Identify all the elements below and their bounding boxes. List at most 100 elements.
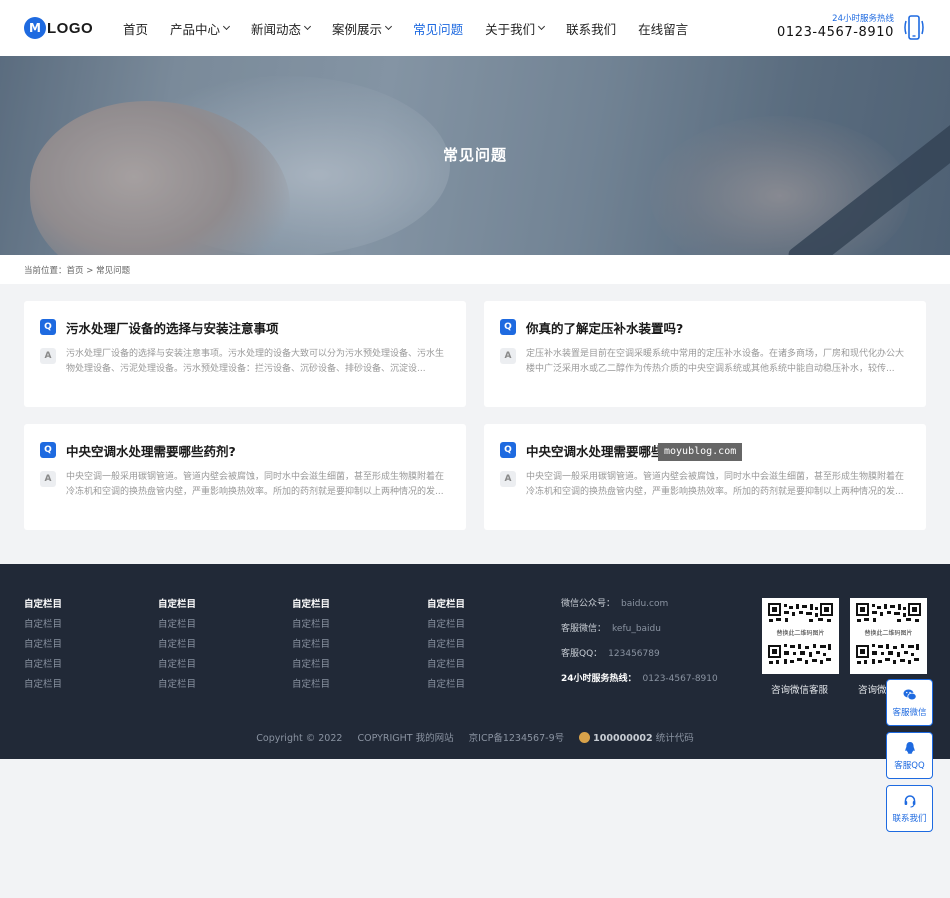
contact-key: 客服QQ： (561, 649, 603, 659)
footer-link[interactable]: 自定栏目 (24, 679, 62, 691)
icp-link[interactable]: 京ICP备1234567-9号 (469, 733, 564, 744)
faq-answer: 定压补水装置是目前在空调采暖系统中常用的定压补水设备。在诸多商场，厂房和现代化办… (526, 349, 905, 374)
breadcrumb-current[interactable]: 常见问题 (96, 266, 130, 276)
nav-label: 常见问题 (413, 21, 464, 37)
faq-answer: 中央空调一般采用碳钢管道。管道内壁会被腐蚀，同时水中会滋生细菌，甚至形成生物膜附… (526, 472, 905, 497)
footer-link[interactable]: 自定栏目 (24, 619, 62, 631)
footer-link[interactable]: 自定栏目 (427, 679, 465, 691)
nav-item-products[interactable]: 产品中心 (170, 19, 231, 38)
footer-link[interactable]: 自定栏目 (24, 639, 62, 651)
float-contact-button[interactable]: 联系我们 (886, 785, 933, 832)
contact-wechat-official: 微信公众号： baidu.com (561, 598, 718, 610)
nav-item-about[interactable]: 关于我们 (485, 19, 546, 38)
page-banner: 常见问题 (0, 56, 950, 255)
float-qq-button[interactable]: 客服QQ (886, 732, 933, 779)
float-wechat-button[interactable]: 客服微信 (886, 679, 933, 726)
footer-column-title[interactable]: 自定栏目 (292, 599, 330, 611)
answer-badge: A (40, 471, 56, 487)
breadcrumb-home-link[interactable]: 首页 (67, 266, 84, 276)
footer-link[interactable]: 自定栏目 (158, 679, 196, 691)
footer-column: 自定栏目 自定栏目 自定栏目 自定栏目 自定栏目 (292, 599, 330, 699)
site-logo[interactable]: M LOGO (24, 17, 93, 39)
footer-column: 自定栏目 自定栏目 自定栏目 自定栏目 自定栏目 (427, 599, 465, 699)
stats-code: 统计代码 (655, 733, 694, 744)
faq-question[interactable]: 污水处理厂设备的选择与安装注意事项 (66, 318, 279, 337)
breadcrumb: 当前位置：首页 > 常见问题 (24, 264, 130, 276)
answer-badge: A (500, 471, 516, 487)
nav-label: 案例展示 (332, 21, 383, 37)
footer-contact: 微信公众号： baidu.com 客服微信： kefu_baidu 客服QQ： 123… (561, 598, 718, 698)
logo-text: LOGO (47, 19, 94, 37)
answer-badge: A (500, 348, 516, 364)
faq-card[interactable]: Q 中央空调水处理需要哪些药剂? A 中央空调一般采用碳钢管道。管道内壁会被腐蚀… (24, 424, 466, 530)
qq-icon (905, 742, 915, 754)
copyright-text: Copyright © 2022 (256, 733, 343, 744)
contact-wechat-service: 客服微信： kefu_baidu (561, 623, 718, 635)
faq-card[interactable]: Q 中央空调水处理需要哪些 A 中央空调一般采用碳钢管道。管道内壁会被腐蚀，同时… (484, 424, 926, 530)
footer-link[interactable]: 自定栏目 (292, 679, 330, 691)
question-badge: Q (500, 319, 516, 335)
qr-placeholder-text: 替换此二维码图片 (864, 630, 913, 637)
footer-column-title[interactable]: 自定栏目 (24, 599, 62, 611)
police-badge-icon (579, 732, 591, 743)
footer-copyright: Copyright © 2022 COPYRIGHT 我的网站 京ICP备123… (0, 730, 950, 744)
nav-item-contact[interactable]: 联系我们 (566, 19, 616, 38)
footer-link[interactable]: 自定栏目 (24, 659, 62, 671)
nav-label: 在线留言 (638, 21, 689, 37)
footer-column-title[interactable]: 自定栏目 (427, 599, 465, 611)
qr-placeholder-text: 替换此二维码图片 (776, 630, 825, 637)
wechat-icon (903, 689, 917, 701)
footer-link[interactable]: 自定栏目 (158, 659, 196, 671)
nav-item-message[interactable]: 在线留言 (638, 19, 688, 38)
footer-link[interactable]: 自定栏目 (158, 619, 196, 631)
chevron-down-icon (385, 22, 393, 31)
faq-question[interactable]: 中央空调水处理需要哪些 (526, 441, 664, 460)
qr-caption: 咨询微信客服 (771, 685, 829, 696)
faq-question[interactable]: 你真的了解定压补水装置吗? (526, 318, 683, 337)
footer-link[interactable]: 自定栏目 (292, 619, 330, 631)
nav-label: 联系我们 (566, 21, 617, 37)
logo-badge: M (24, 17, 46, 39)
nav-label: 新闻动态 (251, 21, 302, 37)
breadcrumb-prefix: 当前位置： (24, 266, 67, 276)
chevron-down-icon (304, 22, 312, 31)
phone-icon (904, 15, 924, 40)
faq-answer: 中央空调一般采用碳钢管道。管道内壁会被腐蚀，同时水中会滋生细菌，甚至形成生物膜附… (66, 472, 445, 497)
nav-item-news[interactable]: 新闻动态 (251, 19, 312, 38)
footer-link[interactable]: 自定栏目 (158, 639, 196, 651)
nav-item-faq[interactable]: 常见问题 (413, 19, 463, 38)
float-button-label: 联系我们 (892, 814, 927, 824)
headset-icon (904, 795, 916, 808)
chevron-down-icon (538, 22, 546, 31)
qr-caption: 咨询微 (858, 685, 887, 696)
hotline-number: 0123-4567-8910 (776, 25, 894, 40)
faq-card[interactable]: Q 你真的了解定压补水装置吗? A 定压补水装置是目前在空调采暖系统中常用的定压… (484, 301, 926, 407)
site-header: M LOGO 首页 产品中心 新闻动态 案例展示 常见问题 关于我们 联系我们 … (0, 0, 950, 56)
footer-link[interactable]: 自定栏目 (427, 619, 465, 631)
breadcrumb-bar: 当前位置：首页 > 常见问题 (0, 255, 950, 284)
contact-value: kefu_baidu (612, 624, 661, 634)
site-name: COPYRIGHT 我的网站 (357, 733, 454, 744)
footer-link[interactable]: 自定栏目 (427, 659, 465, 671)
footer-column: 自定栏目 自定栏目 自定栏目 自定栏目 自定栏目 (24, 599, 62, 699)
hotline-label: 24小时服务热线 (832, 14, 894, 24)
faq-question[interactable]: 中央空调水处理需要哪些药剂? (66, 441, 236, 460)
contact-key: 24小时服务热线： (561, 674, 637, 684)
footer-link[interactable]: 自定栏目 (292, 659, 330, 671)
footer-link[interactable]: 自定栏目 (292, 639, 330, 651)
police-record[interactable]: 100000002 统计代码 (579, 732, 694, 744)
footer-column-title[interactable]: 自定栏目 (158, 599, 196, 611)
chevron-down-icon (222, 22, 231, 31)
float-button-label: 客服QQ (894, 761, 925, 771)
contact-value: 123456789 (608, 649, 660, 659)
nav-label: 产品中心 (170, 21, 221, 37)
faq-card[interactable]: Q 污水处理厂设备的选择与安装注意事项 A 污水处理厂设备的选择与安装注意事项。… (24, 301, 466, 407)
footer-link[interactable]: 自定栏目 (427, 639, 465, 651)
breadcrumb-separator: > (83, 266, 97, 276)
qr-code-image: 替换此二维码图片 (850, 598, 927, 674)
site-footer: 自定栏目 自定栏目 自定栏目 自定栏目 自定栏目 自定栏目 自定栏目 自定栏目 … (0, 564, 950, 759)
nav-item-home[interactable]: 首页 (123, 19, 148, 38)
nav-item-cases[interactable]: 案例展示 (332, 19, 393, 38)
contact-qq: 客服QQ： 123456789 (561, 648, 718, 660)
faq-answer: 污水处理厂设备的选择与安装注意事项。污水处理的设备大致可以分为污水预处理设备、污… (66, 349, 445, 374)
